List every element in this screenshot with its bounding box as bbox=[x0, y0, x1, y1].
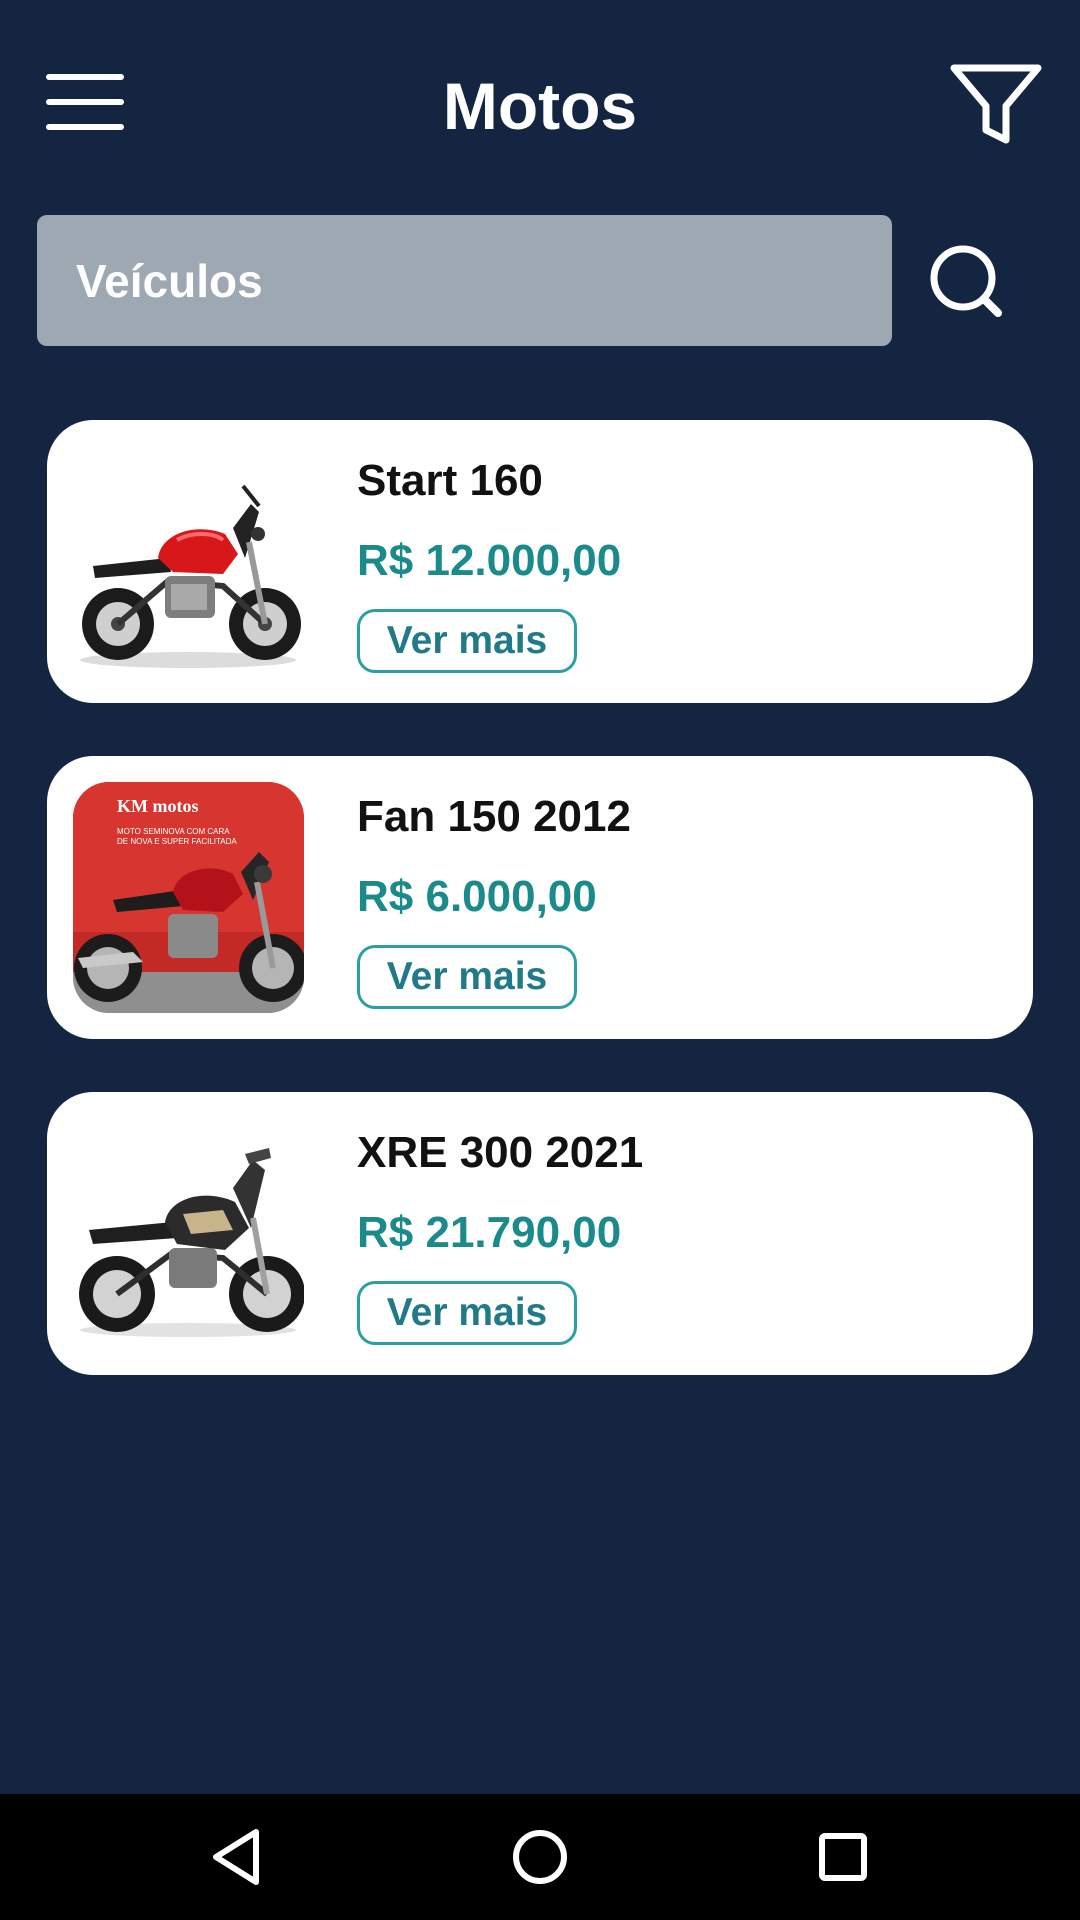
search-input[interactable] bbox=[37, 215, 892, 346]
photo-banner-line-2: DE NOVA E SUPER FACILITADA bbox=[117, 837, 237, 846]
vehicle-card[interactable]: Start 160 R$ 12.000,00 Ver mais bbox=[47, 420, 1033, 703]
recents-square-icon[interactable] bbox=[810, 1824, 876, 1890]
photo-banner-logo: KM motos bbox=[117, 796, 198, 816]
search-field bbox=[37, 215, 892, 346]
page-title: Motos bbox=[442, 69, 638, 143]
vehicle-card[interactable]: KM motos MOTO SEMINOVA COM CARA DE NOVA … bbox=[47, 756, 1033, 1039]
home-circle-icon[interactable] bbox=[507, 1824, 573, 1890]
vehicle-name: XRE 300 2021 bbox=[357, 1128, 644, 1177]
vehicle-price: R$ 12.000,00 bbox=[357, 536, 622, 585]
vehicle-list: Start 160 R$ 12.000,00 Ver mais KM motos… bbox=[47, 420, 1033, 1428]
see-more-button[interactable]: Ver mais bbox=[357, 945, 577, 1009]
vehicle-name: Start 160 bbox=[357, 456, 543, 505]
filter-funnel-icon[interactable] bbox=[946, 60, 1046, 150]
vehicle-card[interactable]: XRE 300 2021 R$ 21.790,00 Ver mais bbox=[47, 1092, 1033, 1375]
app-header: Motos bbox=[0, 0, 1080, 210]
black-gold-trail-motorcycle-photo bbox=[73, 1118, 304, 1349]
app-screen: Motos Veículos Start 160 R$ 12.000,00 Ve… bbox=[0, 0, 1080, 1794]
photo-banner-line-1: MOTO SEMINOVA COM CARA bbox=[117, 827, 230, 836]
red-motorcycle-in-dealer-photo: KM motos MOTO SEMINOVA COM CARA DE NOVA … bbox=[73, 782, 304, 1013]
see-more-button[interactable]: Ver mais bbox=[357, 1281, 577, 1345]
back-triangle-icon[interactable] bbox=[204, 1824, 270, 1890]
vehicle-name: Fan 150 2012 bbox=[357, 792, 631, 841]
search-icon[interactable] bbox=[925, 240, 1009, 324]
system-navigation-bar bbox=[0, 1794, 1080, 1920]
see-more-button[interactable]: Ver mais bbox=[357, 609, 577, 673]
vehicle-price: R$ 6.000,00 bbox=[357, 872, 597, 921]
vehicle-price: R$ 21.790,00 bbox=[357, 1208, 622, 1257]
red-black-street-motorcycle-photo bbox=[73, 446, 304, 677]
